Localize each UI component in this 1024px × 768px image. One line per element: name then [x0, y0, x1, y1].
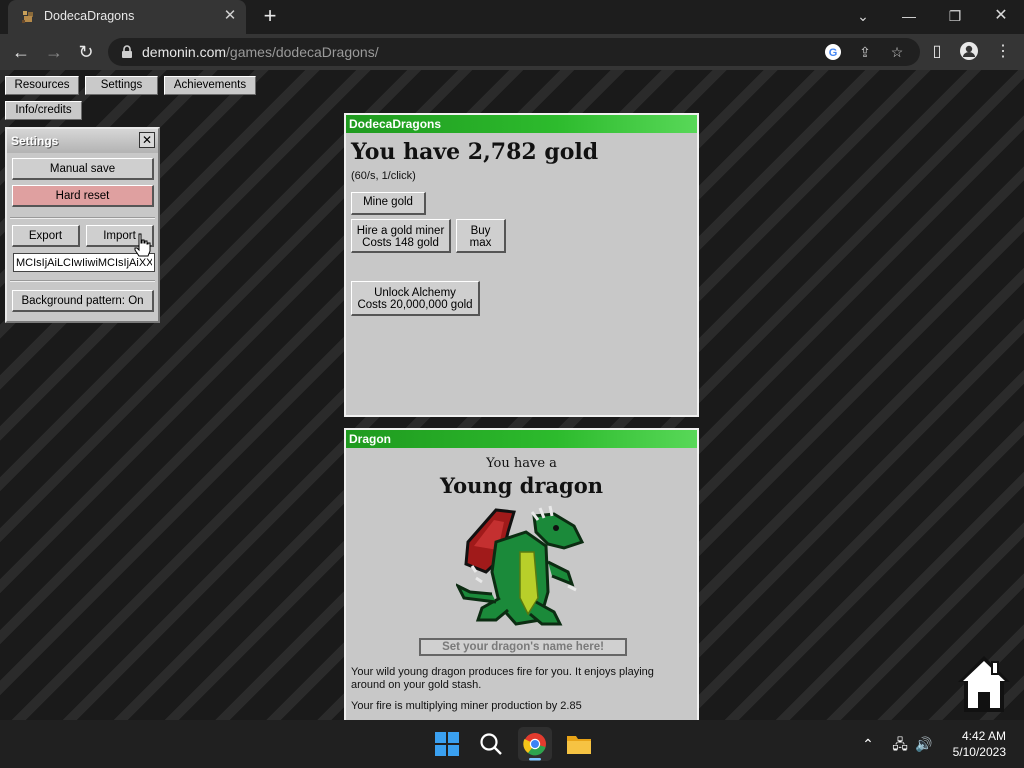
close-window-icon[interactable]: ✕	[986, 4, 1016, 28]
lock-icon	[122, 45, 132, 58]
dragon-stage-name: Young dragon	[439, 473, 604, 498]
windows-taskbar: ⌃ 🖧 🔊 4:42 AM 5/10/2023	[0, 720, 1024, 768]
new-tab-icon[interactable]: +	[258, 5, 282, 29]
chrome-icon[interactable]	[518, 727, 552, 761]
settings-divider	[10, 217, 155, 219]
achievements-tab-button[interactable]: Achievements	[164, 76, 256, 95]
settings-window: Settings ✕ Manual save Hard reset Export…	[5, 127, 160, 323]
dragon-panel: Dragon You have a Young dragon Set your …	[344, 428, 699, 720]
buy-max-label-1: Buy	[470, 225, 491, 237]
menu-kebab-icon[interactable]: ⋮	[992, 41, 1014, 63]
unlock-alchemy-cost: Costs 20,000,000 gold	[357, 299, 473, 311]
game-page: Resources Settings Achievements Info/cre…	[0, 70, 1024, 720]
address-bar[interactable]: demonin.com/games/dodecaDragons/ G ⇪ ☆	[108, 38, 920, 66]
volume-icon[interactable]: 🔊	[914, 734, 934, 754]
network-icon[interactable]: 🖧	[890, 734, 910, 754]
side-panel-icon[interactable]: ▯	[926, 41, 948, 63]
home-icon[interactable]	[952, 652, 1016, 716]
chevron-up-icon[interactable]: ⌃	[858, 734, 878, 754]
restore-icon[interactable]: ❐	[940, 4, 970, 28]
gold-panel-header: DodecaDragons	[346, 115, 697, 133]
browser-toolbar: ← → ↻ demonin.com/games/dodecaDragons/ G…	[0, 34, 1024, 70]
close-icon[interactable]: ✕	[139, 132, 155, 148]
browser-tab-bar: DodecaDragons ✕ + ⌄ — ❐ ✕	[0, 0, 1024, 34]
tab-search-chevron-icon[interactable]: ⌄	[848, 4, 878, 28]
reload-icon[interactable]: ↻	[74, 40, 98, 64]
settings-title: Settings	[11, 134, 59, 148]
system-clock[interactable]: 4:42 AM 5/10/2023	[953, 728, 1006, 760]
hire-miner-label: Hire a gold miner	[356, 225, 445, 237]
dragon-multiplier: Your fire is multiplying miner productio…	[351, 700, 582, 712]
minimize-icon[interactable]: —	[894, 4, 924, 28]
settings-divider	[10, 280, 155, 282]
gold-panel: DodecaDragons You have 2,782 gold (60/s,…	[344, 113, 699, 417]
hand-cursor-icon	[134, 233, 151, 257]
gold-rate: (60/s, 1/click)	[351, 170, 416, 182]
hire-miner-cost: Costs 148 gold	[362, 237, 439, 249]
export-button[interactable]: Export	[12, 225, 80, 247]
mine-gold-button[interactable]: Mine gold	[351, 192, 426, 215]
resources-tab-button[interactable]: Resources	[5, 76, 79, 95]
google-lens-icon[interactable]: G	[824, 43, 842, 61]
gold-amount: You have 2,782 gold	[351, 139, 599, 165]
dragon-have-text: You have a	[486, 456, 557, 471]
back-arrow-icon[interactable]: ←	[9, 40, 33, 64]
url-host: demonin.com	[142, 44, 227, 60]
windows-start-icon[interactable]	[430, 727, 464, 761]
file-explorer-icon[interactable]	[562, 727, 596, 761]
forward-arrow-icon[interactable]: →	[42, 40, 66, 64]
hard-reset-button[interactable]: Hard reset	[12, 185, 154, 207]
dragon-name-input[interactable]: Set your dragon's name here!	[419, 638, 627, 656]
search-icon[interactable]	[474, 727, 508, 761]
settings-titlebar[interactable]: Settings ✕	[7, 129, 158, 153]
browser-tab[interactable]: DodecaDragons ✕	[8, 0, 246, 34]
svg-text:G: G	[829, 47, 838, 59]
clock-time: 4:42 AM	[961, 729, 1006, 743]
bookmark-star-icon[interactable]: ☆	[888, 43, 906, 61]
dragon-panel-header: Dragon	[346, 430, 697, 448]
settings-tab-button[interactable]: Settings	[85, 76, 158, 95]
dragon-sprite-icon	[456, 505, 585, 626]
hire-miner-button[interactable]: Hire a gold miner Costs 148 gold	[351, 219, 451, 253]
dragon-description: Your wild young dragon produces fire for…	[351, 666, 654, 691]
info-credits-tab-button[interactable]: Info/credits	[5, 101, 82, 120]
url-text: demonin.com/games/dodecaDragons/	[142, 44, 379, 60]
tab-title: DodecaDragons	[44, 9, 135, 23]
close-tab-icon[interactable]: ✕	[220, 6, 240, 26]
url-path: /games/dodecaDragons/	[226, 44, 379, 60]
background-pattern-button[interactable]: Background pattern: On	[12, 290, 154, 312]
share-icon[interactable]: ⇪	[856, 43, 874, 61]
profile-icon[interactable]	[958, 41, 980, 63]
dragon-favicon-icon	[22, 11, 33, 23]
unlock-alchemy-label: Unlock Alchemy	[374, 287, 456, 299]
unlock-alchemy-button[interactable]: Unlock Alchemy Costs 20,000,000 gold	[351, 281, 480, 316]
buy-max-button[interactable]: Buy max	[456, 219, 506, 253]
clock-date: 5/10/2023	[952, 745, 1006, 759]
manual-save-button[interactable]: Manual save	[12, 158, 154, 180]
buy-max-label-2: max	[469, 237, 492, 249]
